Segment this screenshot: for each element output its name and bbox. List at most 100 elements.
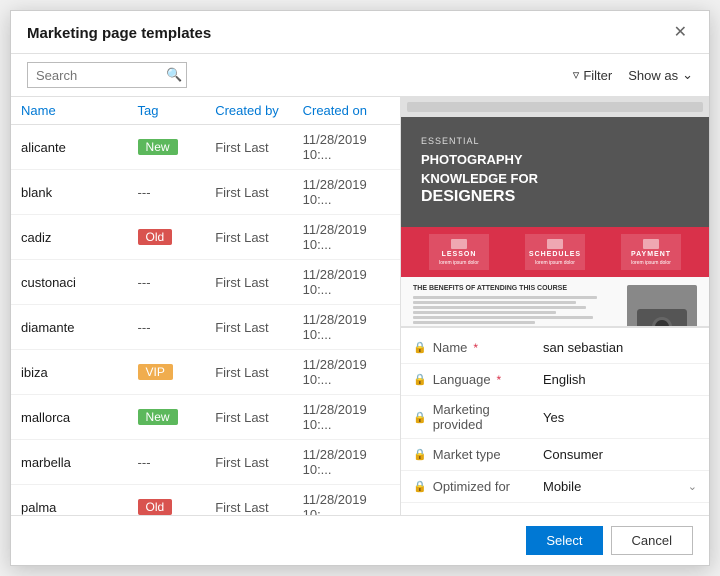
preview-box-schedules: SCHEDULES lorem ipsum dolor [525,234,585,270]
cell-created-by: First Last [215,365,302,380]
preview-panel: ESSENTIAL PHOTOGRAPHY KNOWLEDGE FOR DESI… [401,97,709,515]
cell-created-by: First Last [215,500,302,515]
list-item[interactable]: blank --- First Last 11/28/2019 10:... [11,170,400,215]
hero-line3: DESIGNERS [421,188,515,205]
camera-body [637,309,687,326]
column-tag[interactable]: Tag [138,103,216,118]
cell-created-by: First Last [215,185,302,200]
payment-icon-placeholder [643,239,659,249]
dialog-body: Name Tag Created by Created on alicante … [11,97,709,515]
cell-created-by: First Last [215,140,302,155]
box2-text: lorem ipsum dolor [533,260,577,266]
cell-created-on: 11/28/2019 10:... [303,312,390,342]
tag-dash: --- [138,275,151,290]
detail-field-label: Market type [433,447,501,462]
text-line-3 [413,306,586,309]
tag-badge: Old [138,499,173,515]
list-item[interactable]: custonaci --- First Last 11/28/2019 10:.… [11,260,400,305]
list-item[interactable]: palma Old First Last 11/28/2019 10:... [11,485,400,515]
detail-label: 🔒 Language * [413,372,543,387]
search-input[interactable] [36,68,166,83]
cell-tag: New [138,139,216,155]
lock-icon: 🔒 [413,411,427,424]
detail-field-value: san sebastian [543,340,697,355]
tag-dash: --- [138,320,151,335]
detail-field-value: Consumer [543,447,697,462]
page-preview-content: ESSENTIAL PHOTOGRAPHY KNOWLEDGE FOR DESI… [401,97,709,326]
dialog-footer: Select Cancel [11,515,709,565]
list-item[interactable]: alicante New First Last 11/28/2019 10:..… [11,125,400,170]
dialog-header: Marketing page templates ✕ [11,11,709,54]
lock-icon: 🔒 [413,373,427,386]
detail-label: 🔒 Optimized for [413,479,543,494]
lower-title: THE BENEFITS OF ATTENDING THIS COURSE [413,285,617,292]
preview-top-bar [401,97,709,117]
schedules-icon-placeholder [547,239,563,249]
cell-name: alicante [21,140,138,155]
show-as-button[interactable]: Show as ⌄ [628,67,693,83]
select-button[interactable]: Select [526,526,602,555]
column-created-on[interactable]: Created on [303,103,390,118]
list-item[interactable]: ibiza VIP First Last 11/28/2019 10:... [11,350,400,395]
detail-field-value: English [543,372,697,387]
cell-created-on: 11/28/2019 10:... [303,447,390,477]
tag-dash: --- [138,455,151,470]
cell-tag: --- [138,455,216,470]
detail-field-label: Optimized for [433,479,510,494]
detail-field-label: Language [433,372,491,387]
cell-name: mallorca [21,410,138,425]
column-created-by[interactable]: Created by [215,103,302,118]
required-indicator: * [497,373,502,387]
detail-value-wrap: Consumer [543,447,697,462]
preview-red-strip: LESSON lorem ipsum dolor SCHEDULES lorem… [401,227,709,277]
lock-icon: 🔒 [413,480,427,493]
cell-tag: VIP [138,364,216,380]
hero-eyebrow: ESSENTIAL [421,136,689,146]
text-line-2 [413,301,576,304]
cell-created-by: First Last [215,320,302,335]
preview-hero: ESSENTIAL PHOTOGRAPHY KNOWLEDGE FOR DESI… [401,117,709,227]
detail-field-label: Marketing provided [433,402,543,432]
detail-value-wrap: English [543,372,697,387]
close-button[interactable]: ✕ [668,23,693,43]
cell-tag: --- [138,320,216,335]
box1-text: lorem ipsum dolor [437,260,481,266]
text-line-5 [413,316,593,319]
search-box: 🔍 [27,62,187,88]
lower-camera-image: ⚲ [627,285,697,326]
detail-field-value: Mobile [543,479,688,494]
detail-row: 🔒 Name * san sebastian [401,332,709,364]
filter-button[interactable]: ▿ Filter [573,67,612,83]
preview-box-payment: PAYMENT lorem ipsum dolor [621,234,681,270]
lesson-icon-placeholder [451,239,467,249]
detail-value-wrap: Yes [543,410,697,425]
list-item[interactable]: mallorca New First Last 11/28/2019 10:..… [11,395,400,440]
cell-name: custonaci [21,275,138,290]
tag-badge: New [138,139,178,155]
cell-created-on: 11/28/2019 10:... [303,132,390,162]
list-header: Name Tag Created by Created on [11,97,400,125]
list-item[interactable]: marbella --- First Last 11/28/2019 10:..… [11,440,400,485]
dialog-title: Marketing page templates [27,25,211,42]
list-item[interactable]: diamante --- First Last 11/28/2019 10:..… [11,305,400,350]
cancel-button[interactable]: Cancel [611,526,693,555]
toolbar-right: ▿ Filter Show as ⌄ [573,67,693,83]
detail-row: 🔒 Market type Consumer [401,439,709,471]
list-panel: Name Tag Created by Created on alicante … [11,97,401,515]
tag-dash: --- [138,185,151,200]
detail-value-wrap[interactable]: Mobile ⌄ [543,479,697,494]
detail-row: 🔒 Language * English [401,364,709,396]
list-body[interactable]: alicante New First Last 11/28/2019 10:..… [11,125,400,515]
detail-row: 🔒 Marketing provided Yes [401,396,709,439]
cell-created-by: First Last [215,410,302,425]
detail-field-value: Yes [543,410,697,425]
lock-icon: 🔒 [413,448,427,461]
column-name[interactable]: Name [21,103,138,118]
detail-label: 🔒 Marketing provided [413,402,543,432]
cell-tag: Old [138,229,216,245]
text-line-1 [413,296,597,299]
detail-field-label: Name [433,340,468,355]
cell-created-by: First Last [215,230,302,245]
list-item[interactable]: cadiz Old First Last 11/28/2019 10:... [11,215,400,260]
cell-tag: --- [138,185,216,200]
